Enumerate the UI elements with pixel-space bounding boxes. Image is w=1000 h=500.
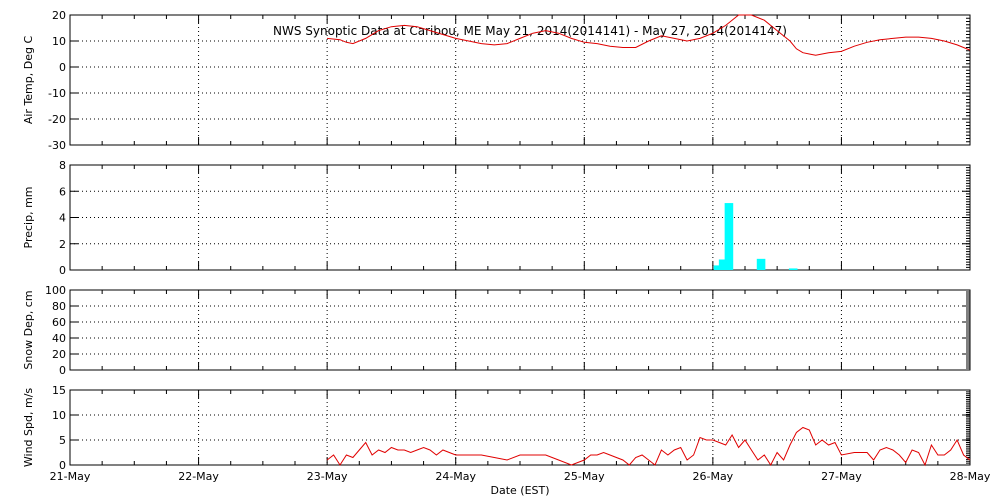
y-tick-label: 5 bbox=[59, 434, 66, 447]
y-tick-label: 20 bbox=[52, 348, 66, 361]
panel-precip: 0 2 4 6 8 Precip, mm bbox=[22, 159, 971, 277]
chart-title: NWS Synoptic Data at Caribou, ME May 21,… bbox=[273, 24, 787, 38]
x-tick-label: 24-May bbox=[435, 470, 476, 483]
panel-snow_depth: 0 20 40 60 80 100 Snow Dep, cm bbox=[22, 284, 971, 377]
precip-bar bbox=[756, 258, 766, 270]
y-tick-label: 8 bbox=[59, 159, 66, 172]
y-tick-label: 80 bbox=[52, 300, 66, 313]
y-tick-label: 6 bbox=[59, 185, 66, 198]
y-tick-label: 100 bbox=[45, 284, 66, 297]
wind_speed-line bbox=[326, 426, 971, 467]
x-tick-label: 23-May bbox=[307, 470, 348, 483]
y-tick-label: -30 bbox=[48, 139, 66, 152]
y-tick-label: 0 bbox=[59, 364, 66, 377]
y-tick-label: 0 bbox=[59, 61, 66, 74]
y-tick-label: 15 bbox=[52, 384, 66, 397]
y-tick-label: 10 bbox=[52, 409, 66, 422]
nws-synoptic-chart: NWS Synoptic Data at Caribou, ME May 21,… bbox=[22, 9, 991, 497]
y-tick-label: 10 bbox=[52, 35, 66, 48]
precip-bar bbox=[788, 268, 798, 270]
x-tick-label: 25-May bbox=[564, 470, 605, 483]
x-tick-label: 28-May bbox=[950, 470, 991, 483]
y-axis-label: Air Temp, Deg C bbox=[22, 36, 35, 125]
y-axis-label: Precip, mm bbox=[22, 187, 35, 249]
x-tick-label: 22-May bbox=[178, 470, 219, 483]
y-axis-label: Wind Spd, m/s bbox=[22, 388, 35, 468]
y-tick-label: -10 bbox=[48, 87, 66, 100]
x-tick-label: 26-May bbox=[692, 470, 733, 483]
y-tick-label: 20 bbox=[52, 9, 66, 22]
y-tick-label: -20 bbox=[48, 113, 66, 126]
x-axis-label: Date (EST) bbox=[490, 484, 549, 497]
y-tick-label: 2 bbox=[59, 238, 66, 251]
y-tick-label: 4 bbox=[59, 212, 66, 225]
x-tick-label: 21-May bbox=[50, 470, 91, 483]
y-axis-label: Snow Dep, cm bbox=[22, 290, 35, 369]
panel-frame bbox=[69, 289, 971, 371]
y-tick-label: 40 bbox=[52, 332, 66, 345]
precip-bar bbox=[724, 203, 734, 270]
y-tick-label: 0 bbox=[59, 264, 66, 277]
x-tick-label: 27-May bbox=[821, 470, 862, 483]
panel-frame bbox=[69, 389, 971, 466]
y-tick-label: 60 bbox=[52, 316, 66, 329]
panel-wind_speed: 051015Wind Spd, m/s bbox=[22, 384, 971, 472]
